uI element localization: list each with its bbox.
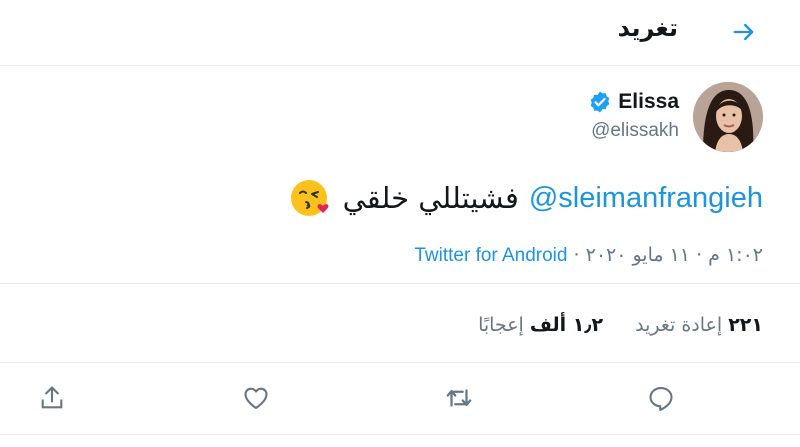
arrow-right-icon <box>733 23 754 41</box>
tweet-mention-link[interactable]: @sleimanfrangieh <box>529 182 763 215</box>
tweet-meta: ١:٠٢ م · ١١ مايو ٢٠٢٠ · Twitter for Andr… <box>414 244 763 267</box>
meta-separator: · <box>573 244 580 266</box>
share-button[interactable] <box>34 380 70 416</box>
tweet-source-link[interactable]: Twitter for Android <box>414 245 567 266</box>
avatar[interactable] <box>693 82 763 152</box>
tweet-text: @sleimanfrangieh فشيتللي خلقي <box>289 176 763 220</box>
retweet-button[interactable] <box>441 380 477 416</box>
retweets-stat[interactable]: ٢٢١ إعادة تغريد <box>635 314 763 336</box>
tweet-actions-bar <box>0 362 800 434</box>
retweets-count: ٢٢١ <box>728 314 763 336</box>
tweet-time[interactable]: ١:٠٢ م <box>708 244 763 266</box>
reply-icon <box>649 387 673 412</box>
divider <box>0 434 800 435</box>
verified-badge-icon <box>588 90 612 114</box>
page-title: تغريد <box>617 14 678 42</box>
author-name-row[interactable]: Elissa <box>588 90 679 114</box>
author-handle[interactable]: @elissakh <box>591 120 679 142</box>
kiss-emoji-icon <box>289 176 333 220</box>
author-display-name: Elissa <box>618 90 679 113</box>
divider <box>0 283 800 284</box>
like-icon <box>244 387 268 409</box>
likes-count: ١٫٢ ألف <box>529 314 604 336</box>
like-button[interactable] <box>238 380 274 416</box>
likes-stat[interactable]: ١٫٢ ألف إعجابًا <box>478 314 603 336</box>
tweet-stats: ٢٢١ إعادة تغريد ١٫٢ ألف إعجابًا <box>452 314 763 336</box>
likes-label: إعجابًا <box>478 314 524 336</box>
retweet-icon <box>446 389 472 407</box>
reply-button[interactable] <box>643 380 679 416</box>
back-button[interactable] <box>728 16 760 48</box>
tweet-date[interactable]: ١١ مايو ٢٠٢٠ <box>586 244 690 266</box>
retweets-label: إعادة تغريد <box>635 314 723 336</box>
meta-separator: · <box>696 244 703 266</box>
tweet-body-text: فشيتللي خلقي <box>342 181 519 215</box>
share-icon <box>41 386 63 409</box>
page-header: تغريد <box>0 0 800 66</box>
